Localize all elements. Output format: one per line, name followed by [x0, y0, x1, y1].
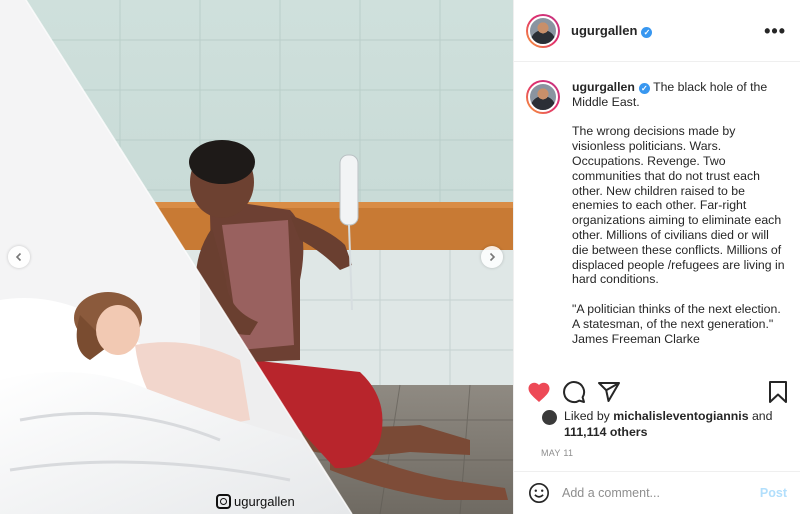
chevron-left-icon — [15, 252, 22, 262]
post-actions — [526, 377, 791, 407]
bookmark-icon — [769, 381, 787, 403]
likes-middle: and — [751, 409, 773, 423]
liker-username[interactable]: michalisleventogiannis — [613, 409, 748, 423]
like-button[interactable] — [526, 379, 552, 405]
post-comment-button[interactable]: Post — [760, 486, 787, 500]
photo-watermark: ugurgallen — [216, 494, 295, 509]
chevron-right-icon — [489, 252, 496, 262]
caption-username[interactable]: ugurgallen ✓ — [572, 80, 650, 94]
post-caption: ugurgallen ✓ The black hole of the Middle… — [572, 80, 787, 374]
save-button[interactable] — [765, 379, 791, 405]
caption-area: ugurgallen ✓ The black hole of the Middle… — [514, 62, 800, 374]
post-photo[interactable]: ugurgallen — [0, 0, 513, 514]
caption-quote: "A politician thinks of the next electio… — [572, 301, 781, 346]
heart-icon — [528, 382, 550, 402]
comment-icon — [563, 381, 586, 404]
comment-bar: Post — [514, 471, 800, 514]
verified-badge-icon: ✓ — [641, 27, 653, 38]
likes-count[interactable]: 111,114 others — [564, 425, 647, 439]
share-button[interactable] — [596, 379, 622, 405]
post-date[interactable]: MAY 11 — [541, 448, 573, 458]
watermark-username: ugurgallen — [234, 494, 295, 509]
author-username[interactable]: ugurgallen ✓ — [571, 23, 653, 38]
instagram-icon — [216, 494, 231, 509]
next-photo-button[interactable] — [481, 246, 503, 268]
liker-avatar[interactable] — [541, 409, 558, 426]
likes-prefix: Liked by — [564, 409, 610, 423]
author-avatar[interactable] — [526, 13, 560, 48]
likes-summary: Liked by michalisleventogiannis and 111,… — [541, 409, 794, 440]
verified-badge-icon: ✓ — [638, 83, 650, 94]
comment-input[interactable] — [562, 486, 760, 500]
comment-button[interactable] — [561, 379, 587, 405]
caption-paragraph: The wrong decisions made by visionless p… — [572, 124, 785, 287]
post-header: ugurgallen ✓ ••• — [514, 0, 800, 62]
post-details-panel: ugurgallen ✓ ••• ugurgallen ✓ The black ho… — [513, 0, 800, 514]
share-icon — [598, 382, 620, 402]
instagram-post: ugurgallen ugurgallen ✓ ••• ugurgallen ✓ T… — [0, 0, 800, 514]
previous-photo-button[interactable] — [8, 246, 30, 268]
photo-illustration — [0, 0, 513, 514]
emoji-icon[interactable] — [528, 482, 550, 504]
caption-author-avatar[interactable] — [526, 80, 560, 114]
more-options-button[interactable]: ••• — [764, 22, 786, 40]
